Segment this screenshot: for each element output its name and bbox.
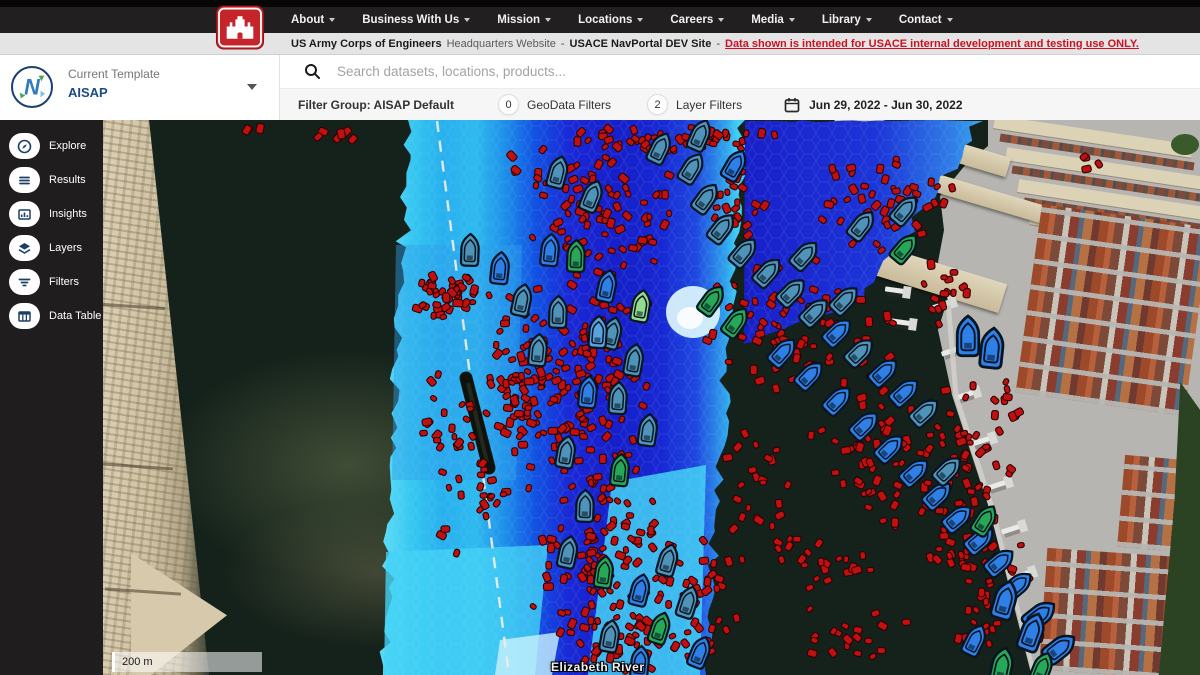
chevron-down-icon: [865, 18, 872, 22]
template-value: AISAP: [68, 85, 108, 100]
sidebar-label: Explore: [49, 140, 87, 152]
list-icon: [9, 167, 40, 193]
app-header: N Current Template AISAP Filter Group: A…: [0, 55, 1200, 120]
nav-item-mission[interactable]: Mission: [497, 14, 552, 26]
geodata-filter-count-badge[interactable]: 0: [498, 94, 520, 115]
vessel-icon: [887, 379, 919, 409]
nav-item-business[interactable]: Business With Us: [362, 14, 471, 26]
site-banner: US Army Corps of Engineers Headquarters …: [0, 33, 1200, 55]
sidebar-label: Layers: [49, 242, 83, 254]
nav-item-library[interactable]: Library: [822, 14, 872, 26]
banner-site: Headquarters Website: [446, 37, 556, 50]
chevron-down-icon: [464, 18, 471, 22]
sidebar-label: Data Table: [49, 310, 102, 322]
nav-item-locations[interactable]: Locations: [578, 14, 644, 26]
nav-label: Business With Us: [362, 14, 460, 26]
layer-filters-label[interactable]: Layer Filters: [676, 98, 742, 112]
vessel-icon: [978, 326, 1005, 370]
nav-label: Careers: [670, 14, 714, 26]
banner-dash: -: [716, 37, 720, 50]
chevron-down-icon: [788, 18, 795, 22]
sidebar-item-explore[interactable]: Explore: [0, 129, 103, 163]
svg-text:N: N: [24, 75, 41, 100]
filter-icon: [9, 269, 40, 295]
vessel-icon: [931, 457, 961, 487]
sidebar-item-filters[interactable]: Filters: [0, 265, 103, 299]
layer-filter-count-badge[interactable]: 2: [647, 94, 669, 115]
map-canvas[interactable]: [103, 120, 1200, 675]
layers-icon: [9, 235, 40, 261]
banner-warning-link[interactable]: Data shown is intended for USACE interna…: [725, 38, 1139, 50]
banner-dash: -: [560, 37, 565, 50]
template-label: Current Template: [68, 67, 160, 81]
nav-item-careers[interactable]: Careers: [670, 14, 725, 26]
nav-label: Media: [751, 14, 784, 26]
sidebar-item-layers[interactable]: Layers: [0, 231, 103, 265]
template-selector[interactable]: N Current Template AISAP: [0, 55, 280, 120]
chevron-down-icon[interactable]: [247, 84, 257, 90]
sidebar-label: Filters: [49, 276, 79, 288]
chevron-down-icon: [637, 18, 644, 22]
sidebar-label: Insights: [49, 208, 87, 220]
table-icon: [9, 303, 40, 329]
top-navbar: About Business With Us Mission Locations…: [0, 0, 1200, 33]
banner-org: US Army Corps of Engineers: [291, 37, 442, 50]
scale-label: 200 m: [122, 656, 153, 668]
search-icon: [305, 64, 320, 79]
filter-group-label[interactable]: Filter Group: AISAP Default: [298, 98, 454, 112]
filter-bar: Filter Group: AISAP Default 0 GeoData Fi…: [280, 88, 1200, 120]
chevron-down-icon: [946, 18, 953, 22]
search-input[interactable]: [335, 63, 1059, 80]
nav-label: About: [291, 14, 325, 26]
search-bar: [280, 55, 1200, 88]
geodata-filters-label[interactable]: GeoData Filters: [527, 98, 611, 112]
vessel-icon: [821, 387, 851, 418]
river-place-label: Elizabeth River: [551, 660, 645, 674]
nav-item-contact[interactable]: Contact: [899, 14, 953, 26]
sidebar-item-insights[interactable]: Insights: [0, 197, 103, 231]
calendar-icon: [784, 97, 800, 112]
vessel-icon: [847, 412, 878, 442]
nav-label: Contact: [898, 14, 942, 26]
vessel-icon: [820, 319, 851, 349]
date-range-value: Jun 29, 2022 - Jun 30, 2022: [809, 97, 963, 112]
chevron-down-icon: [545, 18, 552, 22]
vessel-icon: [988, 646, 1014, 675]
navportal-logo: N: [11, 66, 53, 108]
map-viewport[interactable]: 200 m Elizabeth River: [103, 120, 1200, 675]
usace-castle-logo[interactable]: [215, 5, 265, 50]
nav-label: Library: [821, 14, 861, 26]
sidebar-item-results[interactable]: Results: [0, 163, 103, 197]
banner-dev-site: USACE NavPortal DEV Site: [569, 37, 712, 50]
insights-chart-icon: [9, 201, 40, 227]
nav-label: Mission: [497, 14, 541, 26]
vessel-icon: [866, 359, 897, 389]
chevron-down-icon: [718, 18, 725, 22]
sidebar-label: Results: [49, 174, 86, 186]
date-range-control[interactable]: Jun 29, 2022 - Jun 30, 2022: [784, 97, 963, 113]
left-sidebar: Explore Results Insights Layers Filters …: [0, 120, 103, 675]
nav-item-about[interactable]: About: [291, 14, 336, 26]
sidebar-item-data-table[interactable]: Data Table: [0, 299, 103, 333]
compass-icon: [9, 133, 40, 159]
vessel-icon: [955, 314, 981, 358]
nav-label: Locations: [578, 14, 633, 26]
chevron-down-icon: [329, 18, 336, 22]
map-scale-bar: 200 m: [112, 652, 262, 672]
nav-item-media[interactable]: Media: [751, 14, 795, 26]
